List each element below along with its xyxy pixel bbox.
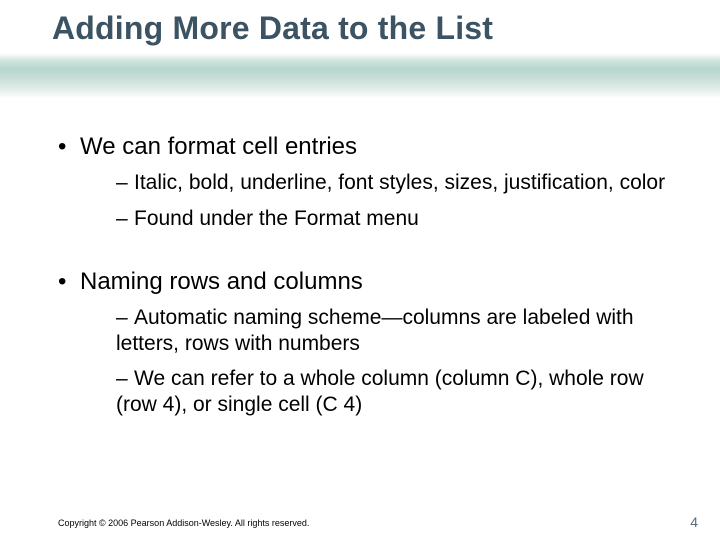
- bullet-level2: –Automatic naming scheme—columns are lab…: [116, 305, 680, 356]
- bullet-level2: –Found under the Format menu: [116, 206, 680, 232]
- dash-icon: –: [116, 366, 134, 392]
- bullet-text: We can format cell entries: [80, 133, 357, 160]
- bullet-dot-icon: •: [58, 132, 80, 162]
- bullet-text: We can refer to a whole column (column C…: [116, 367, 644, 416]
- dash-icon: –: [116, 206, 134, 232]
- bullet-level2: –We can refer to a whole column (column …: [116, 366, 680, 417]
- bullet-text: Automatic naming scheme—columns are labe…: [116, 306, 634, 355]
- copyright-footer: Copyright © 2006 Pearson Addison-Wesley.…: [58, 518, 309, 528]
- slide-title: Adding More Data to the List: [52, 10, 493, 47]
- dash-icon: –: [116, 305, 134, 331]
- bullet-text: Naming rows and columns: [80, 268, 363, 295]
- bullet-level1: •We can format cell entries: [58, 132, 680, 162]
- bullet-text: Italic, bold, underline, font styles, si…: [134, 171, 665, 194]
- bullet-level1: •Naming rows and columns: [58, 267, 680, 297]
- dash-icon: –: [116, 170, 134, 196]
- slide-content: •We can format cell entries –Italic, bol…: [58, 120, 680, 428]
- slide: Adding More Data to the List •We can for…: [0, 0, 720, 540]
- page-number: 4: [690, 514, 698, 530]
- bullet-text: Found under the Format menu: [134, 207, 419, 230]
- bullet-level2: –Italic, bold, underline, font styles, s…: [116, 170, 680, 196]
- bullet-dot-icon: •: [58, 267, 80, 297]
- spacer: [58, 241, 680, 255]
